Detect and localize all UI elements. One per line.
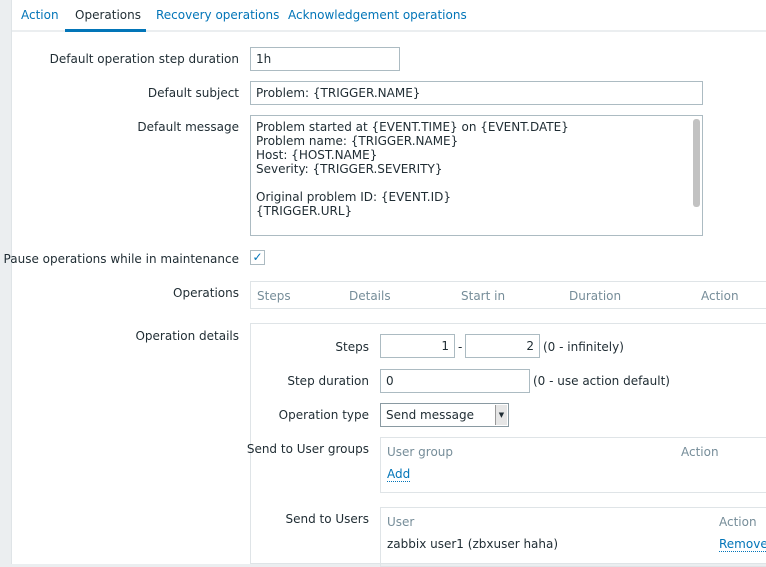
operations-table: Steps Details Start in Duration Action — [250, 281, 766, 309]
col-steps: Steps — [257, 289, 291, 303]
subject-label: Default subject — [147, 86, 239, 100]
col-group-action: Action — [681, 445, 719, 459]
step-duration-label: Default operation step duration — [49, 52, 239, 66]
user-groups-label: Send to User groups — [246, 442, 369, 456]
col-details: Details — [349, 289, 391, 303]
col-user-group: User group — [387, 445, 454, 459]
dropdown-arrow-icon: ▼ — [495, 405, 507, 425]
user-name: zabbix user1 (zbxuser haha) — [387, 537, 559, 551]
operations-label: Operations — [173, 286, 239, 300]
tab-bar: Action Operations Recovery operations Ac… — [12, 0, 766, 32]
step-duration-note: (0 - use action default) — [533, 374, 670, 388]
users-label: Send to Users — [285, 512, 369, 526]
tab-acknowledgement-operations[interactable]: Acknowledgement operations — [288, 8, 467, 22]
users-table: User Action zabbix user1 (zbxuser haha) … — [380, 507, 766, 567]
operation-details-label: Operation details — [135, 329, 239, 343]
col-action: Action — [701, 289, 739, 303]
col-duration: Duration — [569, 289, 622, 303]
steps-to-input[interactable]: 2 — [465, 334, 540, 358]
message-textarea[interactable]: Problem started at {EVENT.TIME} on {EVEN… — [250, 115, 703, 236]
subject-input[interactable]: Problem: {TRIGGER.NAME} — [250, 81, 703, 105]
tab-recovery-operations[interactable]: Recovery operations — [156, 8, 279, 22]
steps-note: (0 - infinitely) — [543, 340, 624, 354]
message-label: Default message — [137, 120, 239, 134]
active-tab-indicator — [65, 29, 146, 32]
pause-label: Pause operations while in maintenance — [3, 252, 239, 266]
step-duration-input[interactable]: 1h — [250, 47, 400, 71]
col-user: User — [387, 515, 415, 529]
message-text: Problem started at {EVENT.TIME} on {EVEN… — [256, 120, 569, 218]
pause-checkbox[interactable]: ✓ — [250, 250, 265, 265]
tab-operations[interactable]: Operations — [75, 8, 141, 22]
detail-step-duration-input[interactable]: 0 — [380, 369, 530, 393]
detail-step-duration-label: Step duration — [287, 374, 369, 388]
scrollbar[interactable] — [693, 119, 700, 207]
action-form-panel: Action Operations Recovery operations Ac… — [4, 0, 766, 567]
operation-details-box: Steps 1 - 2 (0 - infinitely) Step durati… — [246, 323, 766, 567]
user-groups-table: User group Action Add — [380, 437, 766, 493]
operation-type-value: Send message — [386, 408, 474, 422]
col-start-in: Start in — [461, 289, 506, 303]
operation-type-select[interactable]: Send message ▼ — [380, 403, 509, 427]
tab-action[interactable]: Action — [21, 8, 59, 22]
steps-separator: - — [458, 340, 463, 354]
add-user-group-link[interactable]: Add — [387, 467, 411, 482]
col-user-action: Action — [719, 515, 757, 529]
steps-from-input[interactable]: 1 — [380, 334, 455, 358]
steps-label: Steps — [335, 340, 369, 354]
remove-user-link[interactable]: Remove — [719, 537, 766, 552]
operation-type-label: Operation type — [278, 408, 369, 422]
